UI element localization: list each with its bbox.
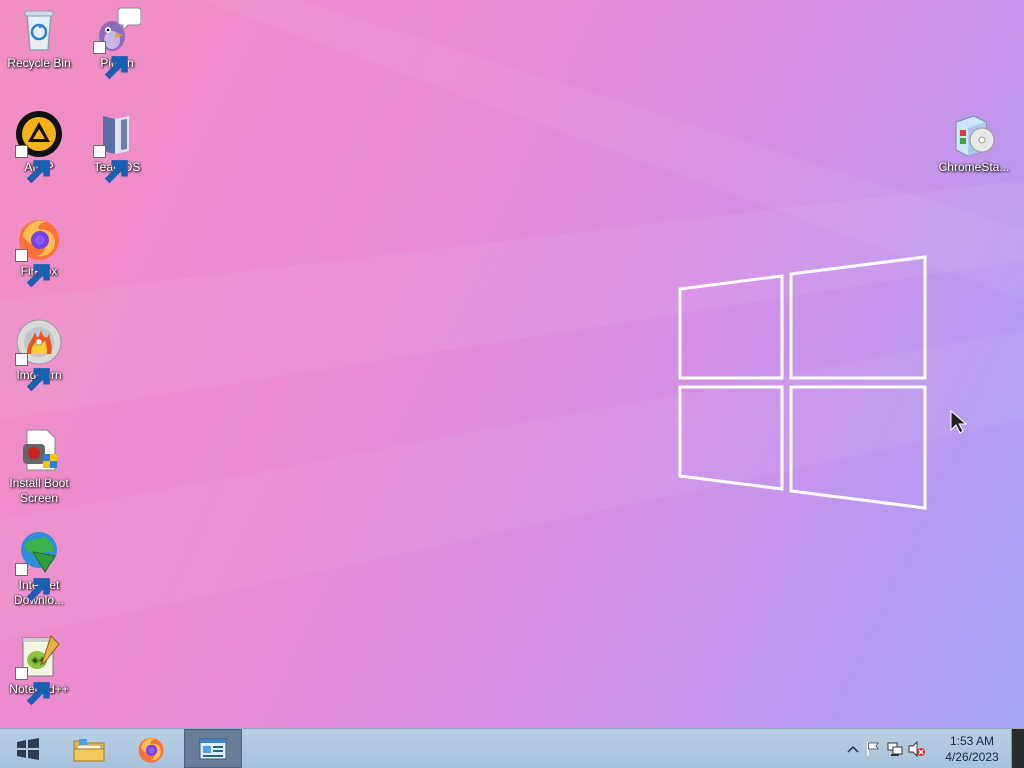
internet-download-manager-icon — [15, 528, 63, 602]
control-panel-icon — [199, 738, 227, 759]
desktop-icon-label: Install Boot Screen — [9, 476, 69, 505]
recycle-bin-icon — [15, 6, 63, 54]
firefox-icon — [15, 214, 63, 288]
shortcut-arrow-icon — [15, 249, 50, 288]
desktop-icon-install-boot-screen[interactable]: Install Boot Screen — [1, 420, 77, 506]
action-center-flag-icon[interactable] — [862, 741, 884, 757]
file-explorer-icon — [73, 738, 105, 761]
imgburn-icon — [15, 318, 63, 392]
shortcut-arrow-icon — [93, 145, 128, 184]
teamos-icon — [93, 110, 141, 184]
clock-time: 1:53 AM — [949, 734, 995, 748]
aimp-icon — [15, 110, 63, 184]
chrome-setup-icon — [950, 110, 998, 158]
network-icon[interactable] — [884, 741, 906, 757]
taskbar-file-explorer-button[interactable] — [60, 729, 118, 768]
shortcut-arrow-icon — [93, 41, 128, 80]
desktop-icon-label: Recycle Bin — [7, 56, 71, 70]
pidgin-icon — [93, 6, 141, 80]
shortcut-arrow-icon — [15, 667, 50, 706]
volume-muted-icon[interactable] — [906, 740, 928, 757]
clock-date: 4/26/2023 — [945, 750, 999, 764]
show-hidden-icons-chevron-icon[interactable] — [844, 745, 862, 753]
install-boot-screen-icon — [15, 426, 63, 474]
desktop-icon-label: ChromeSta... — [938, 160, 1010, 174]
shortcut-arrow-icon — [15, 353, 50, 392]
desktop-icon-chrome-setup[interactable]: ChromeSta... — [936, 104, 1012, 175]
taskbar-control-panel-button[interactable] — [184, 729, 242, 768]
windows-start-icon — [17, 737, 39, 760]
desktop-icon-imgburn[interactable]: ImgBurn — [1, 312, 77, 392]
system-tray — [844, 729, 928, 768]
taskbar-clock[interactable]: 1:53 AM 4/26/2023 — [930, 733, 1014, 765]
shortcut-arrow-icon — [15, 563, 50, 602]
desktop-icon-pidgin[interactable]: Pidgin — [79, 0, 155, 80]
desktop-icon-notepad-plus-plus[interactable]: ++ Notepad++ — [1, 626, 77, 706]
shortcut-arrow-icon — [15, 145, 50, 184]
desktop-icon-recycle-bin[interactable]: Recycle Bin — [1, 0, 77, 71]
desktop-icon-aimp[interactable]: AIMP — [1, 104, 77, 184]
start-button[interactable] — [0, 729, 56, 768]
firefox-icon — [138, 737, 164, 763]
desktop-icon-teamos[interactable]: TeamOS — [79, 104, 155, 184]
taskbar: 1:53 AM 4/26/2023 — [0, 728, 1024, 768]
notepad-plus-plus-icon: ++ — [15, 632, 63, 706]
show-desktop-button[interactable] — [1011, 729, 1024, 768]
desktop-icon-firefox[interactable]: Firefox — [1, 208, 77, 288]
desktop-icon-internet-download-manager[interactable]: Internet Downlo... — [1, 522, 77, 608]
taskbar-firefox-button[interactable] — [122, 729, 180, 768]
